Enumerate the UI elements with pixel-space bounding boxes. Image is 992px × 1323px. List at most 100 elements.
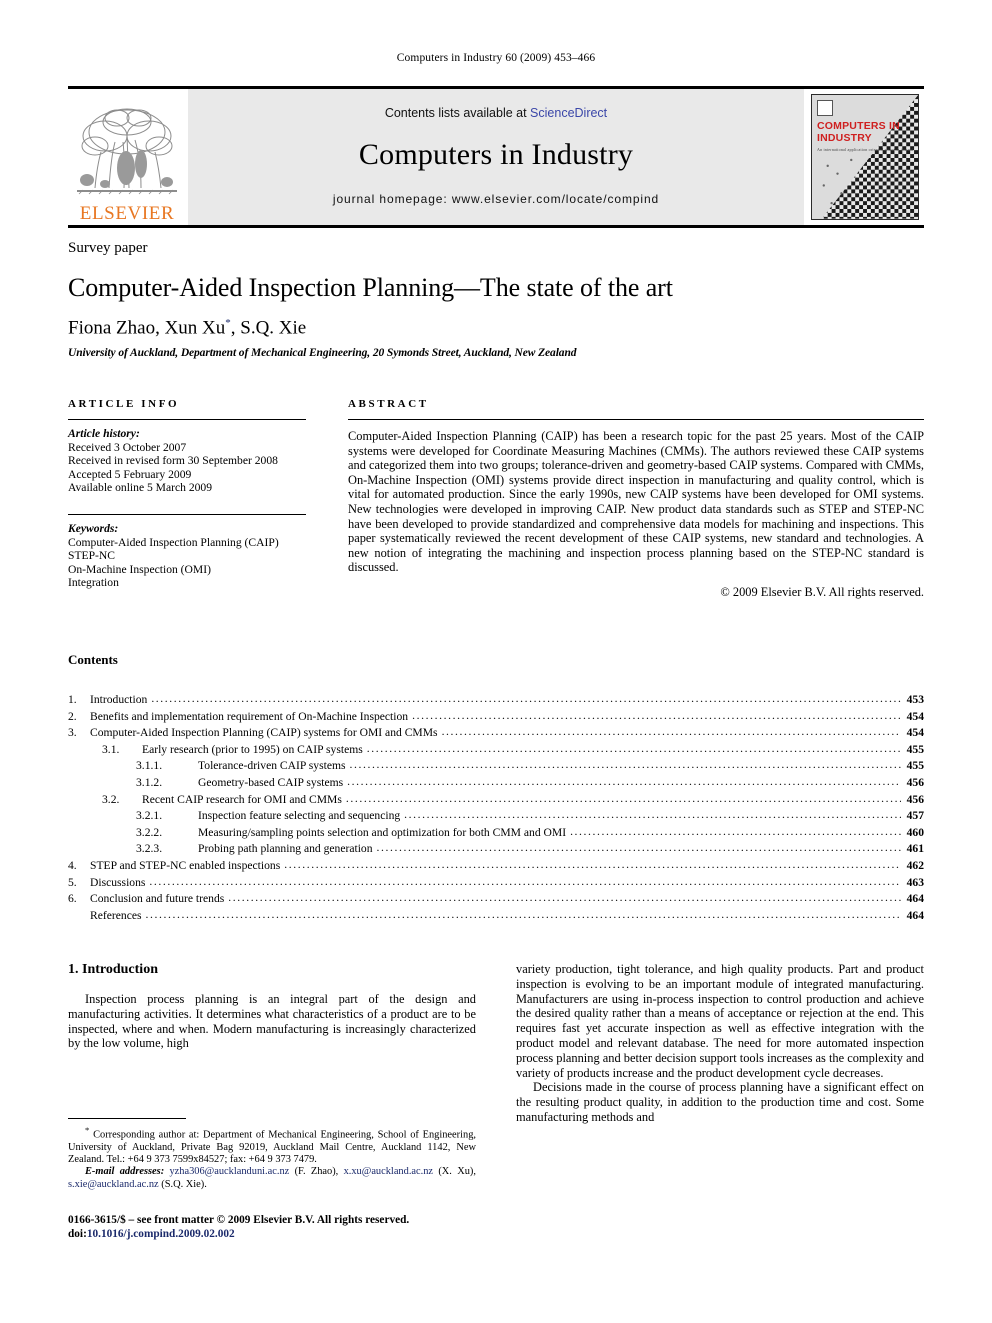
contents-entry[interactable]: 4. STEP and STEP-NC enabled inspections..… <box>68 858 924 875</box>
history-item: Received in revised form 30 September 20… <box>68 454 278 468</box>
contents-entry-page: 455 <box>906 742 924 756</box>
sciencedirect-link[interactable]: ScienceDirect <box>530 106 607 120</box>
email-owner-2: (X. Xu) <box>438 1166 474 1178</box>
contents-entry[interactable]: 6. Conclusion and future trends..........… <box>68 891 924 908</box>
cover-publisher-badge <box>817 100 833 116</box>
contents-entry-page: 454 <box>906 726 924 740</box>
contents-entry[interactable]: 5. Discussions...........................… <box>68 875 924 892</box>
contents-entry-title: Benefits and implementation requirement … <box>90 709 409 723</box>
contents-entry-page: 455 <box>906 759 924 773</box>
contents-entry[interactable]: References..............................… <box>68 908 924 925</box>
contents-entry-page: 464 <box>906 892 924 906</box>
contents-entry-page: 464 <box>906 908 924 922</box>
contents-entry-title: Computer-Aided Inspection Planning (CAIP… <box>90 726 438 740</box>
contents-entry-number: 3.1. <box>102 742 120 756</box>
contents-dot-leader: ........................................… <box>149 874 901 888</box>
contents-entry-page: 457 <box>906 809 924 823</box>
email-label: E-mail addresses: <box>85 1166 165 1178</box>
contents-entry-title: Tolerance-driven CAIP systems <box>198 759 346 773</box>
article-info-column: ARTICLE INFO Article history: Received 3… <box>68 398 306 600</box>
keywords-block: Keywords: Computer-Aided Inspection Plan… <box>68 515 306 590</box>
footnote-marker: * <box>85 1125 90 1135</box>
contents-entry-number: 2. <box>68 709 77 723</box>
cover-title: COMPUTERS IN INDUSTRY <box>817 120 900 144</box>
email-link-2[interactable]: x.xu@auckland.ac.nz <box>344 1166 433 1177</box>
elsevier-wordmark: ELSEVIER <box>79 203 175 224</box>
contents-entry[interactable]: 3.1.1. Tolerance-driven CAIP systems.....… <box>68 758 924 775</box>
issn-line: 0166-3615/$ – see front matter © 2009 El… <box>68 1214 410 1226</box>
contents-entry-number: 1. <box>68 693 77 706</box>
body-column-right: variety production, tight tolerance, and… <box>516 962 924 1125</box>
contents-entry-number: 3.2.1. <box>136 809 163 823</box>
info-abstract-row: ARTICLE INFO Article history: Received 3… <box>68 398 924 600</box>
abstract-copyright: © 2009 Elsevier B.V. All rights reserved… <box>720 584 924 599</box>
doi-link[interactable]: 10.1016/j.compind.2009.02.002 <box>87 1228 235 1240</box>
journal-cover-thumbnail: COMPUTERS IN INDUSTRY An international a… <box>806 89 924 225</box>
cover-art: COMPUTERS IN INDUSTRY An international a… <box>811 94 919 220</box>
corresponding-author-note: * Corresponding author at: Department of… <box>68 1124 476 1166</box>
contents-entry-title: Inspection feature selecting and sequenc… <box>198 809 401 823</box>
doi-prefix: doi: <box>68 1228 87 1240</box>
contents-entry-title: Geometry-based CAIP systems <box>198 775 344 789</box>
cover-title-line2: INDUSTRY <box>817 132 872 144</box>
masthead-center: Contents lists available at ScienceDirec… <box>186 89 806 225</box>
contents-dot-leader: ........................................… <box>228 891 900 905</box>
history-item: Received 3 October 2007 <box>68 440 187 454</box>
journal-homepage-line[interactable]: journal homepage: www.elsevier.com/locat… <box>333 192 659 206</box>
email-addresses-note: E-mail addresses: yzha306@aucklanduni.ac… <box>68 1166 476 1190</box>
email-link-1[interactable]: yzha306@aucklanduni.ac.nz <box>169 1166 289 1177</box>
abstract-text: Computer-Aided Inspection Planning (CAIP… <box>348 429 924 575</box>
journal-masthead: ELSEVIER Contents lists available at Sci… <box>68 86 924 228</box>
abstract-label: ABSTRACT <box>348 398 429 410</box>
contents-entry-title: STEP and STEP-NC enabled inspections <box>90 858 281 872</box>
authors-tail: , S.Q. Xie <box>230 317 307 339</box>
journal-title: Computers in Industry <box>358 138 634 171</box>
contents-entry[interactable]: 3.2. Recent CAIP research for OMI and CMM… <box>68 792 924 809</box>
contents-dot-leader: ........................................… <box>345 791 901 805</box>
contents-entry[interactable]: 3. Computer-Aided Inspection Planning (CA… <box>68 725 924 742</box>
contents-entry-title: Conclusion and future trends <box>90 892 225 906</box>
contents-dot-leader: ........................................… <box>151 692 900 705</box>
contents-entry[interactable]: 1. Introduction..........................… <box>68 692 924 709</box>
contents-entry-number: 3.1.1. <box>136 759 163 773</box>
contents-entry-page: 456 <box>906 775 924 789</box>
contents-section: Contents 1. Introduction.................… <box>68 652 924 924</box>
introduction-heading: 1. Introduction <box>68 962 158 977</box>
contents-entry-title: Measuring/sampling points selection and … <box>198 825 567 839</box>
contents-entry-page: 460 <box>906 825 924 839</box>
contents-entry-page: 463 <box>906 875 924 889</box>
intro-paragraph-left: Inspection process planning is an integr… <box>68 992 476 1051</box>
contents-entry-number: 3.2.2. <box>136 825 163 839</box>
contents-dot-leader: ........................................… <box>347 774 901 788</box>
contents-entry-title: Recent CAIP research for OMI and CMMs <box>142 792 342 806</box>
footnote-block: * Corresponding author at: Department of… <box>68 1118 476 1191</box>
history-item: Accepted 5 February 2009 <box>68 467 192 481</box>
contents-entry[interactable]: 3.2.2. Measuring/sampling points selectio… <box>68 825 924 842</box>
contents-dot-leader: ........................................… <box>349 758 901 772</box>
elsevier-tree-icon <box>77 108 177 195</box>
contents-entry[interactable]: 3.2.3. Probing path planning and generati… <box>68 841 924 858</box>
body-column-left: 1. Introduction Inspection process plann… <box>68 962 476 1125</box>
article-history-title: Article history: <box>68 427 140 440</box>
contents-entry[interactable]: 3.1. Early research (prior to 1995) on CA… <box>68 742 924 759</box>
body-columns: 1. Introduction Inspection process plann… <box>68 962 924 1125</box>
contents-dot-leader: ........................................… <box>366 741 901 755</box>
keywords-title: Keywords: <box>68 521 119 535</box>
contents-dot-leader: ........................................… <box>404 808 900 822</box>
contents-entry-page: 453 <box>906 693 924 706</box>
footnote-rule <box>68 1118 186 1119</box>
keyword-item: On-Machine Inspection (OMI) <box>68 562 211 576</box>
contents-entry-number: 3. <box>68 726 77 740</box>
keyword-item: Computer-Aided Inspection Planning (CAIP… <box>68 535 279 549</box>
cover-subtitle: An international application oriented re… <box>817 147 914 152</box>
contents-dot-leader: ........................................… <box>376 841 901 855</box>
paper-page: Computers in Industry 60 (2009) 453–466 <box>0 0 992 1323</box>
contents-entry[interactable]: 3.1.2. Geometry-based CAIP systems.......… <box>68 775 924 792</box>
contents-entry-page: 456 <box>906 792 924 806</box>
contents-entry[interactable]: 3.2.1. Inspection feature selecting and s… <box>68 808 924 825</box>
contents-dot-leader: ........................................… <box>145 907 901 921</box>
email-link-3[interactable]: s.xie@auckland.ac.nz <box>68 1179 159 1190</box>
contents-entry[interactable]: 2. Benefits and implementation requiremen… <box>68 709 924 726</box>
article-type: Survey paper <box>68 240 148 256</box>
